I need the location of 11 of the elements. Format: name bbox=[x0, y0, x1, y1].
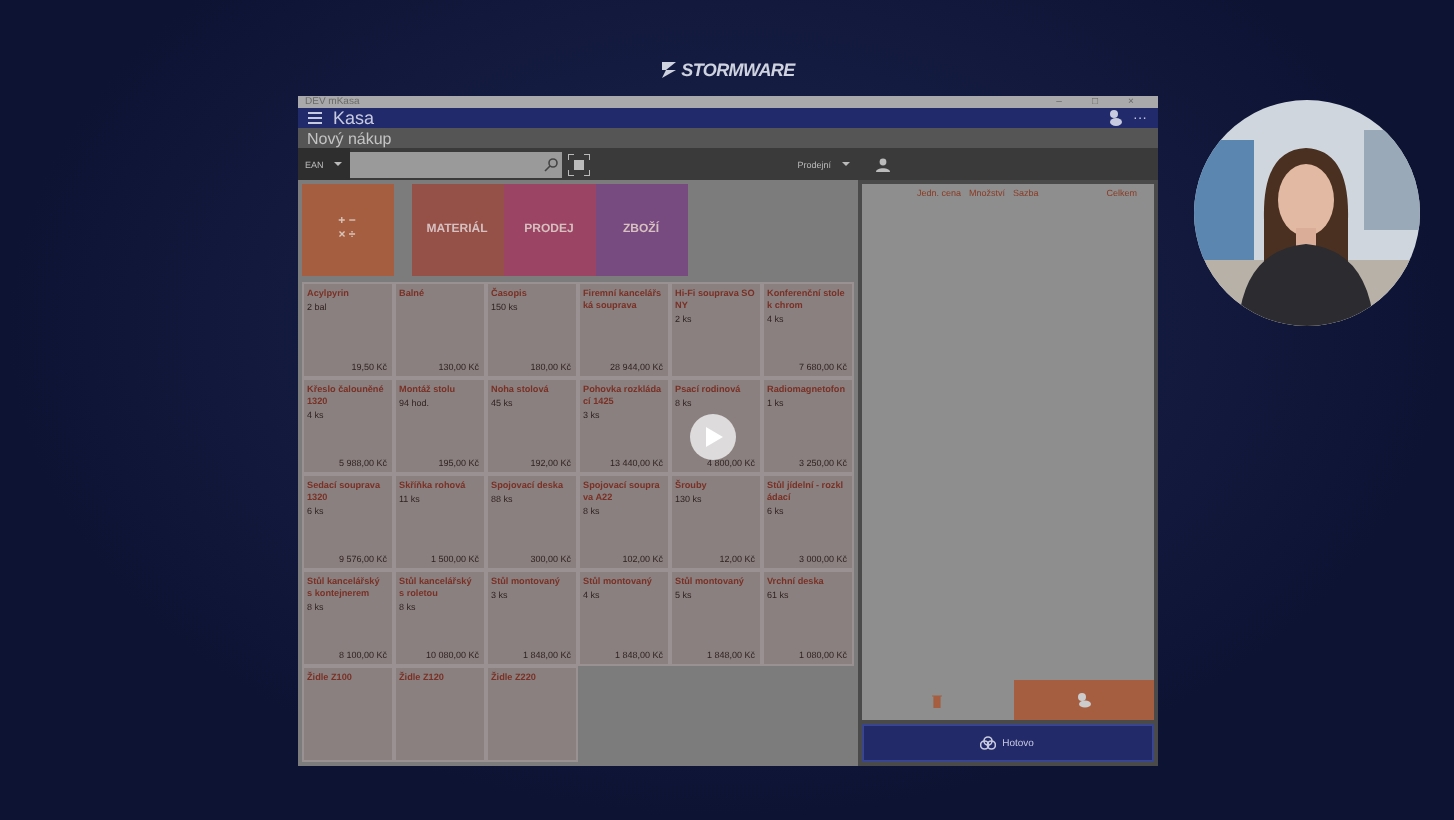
section-title: Nový nákup bbox=[307, 129, 392, 147]
menu-icon[interactable] bbox=[307, 112, 321, 124]
person-icon[interactable] bbox=[875, 157, 889, 171]
barcode-scan-icon[interactable] bbox=[567, 153, 590, 175]
logo-icon bbox=[659, 59, 678, 79]
search-field[interactable] bbox=[349, 151, 562, 177]
search-icon bbox=[543, 157, 558, 171]
play-icon bbox=[703, 426, 723, 448]
brand-name: STORMWARE bbox=[681, 59, 795, 79]
page-title: Kasa bbox=[333, 108, 377, 128]
circles-icon bbox=[980, 736, 997, 750]
